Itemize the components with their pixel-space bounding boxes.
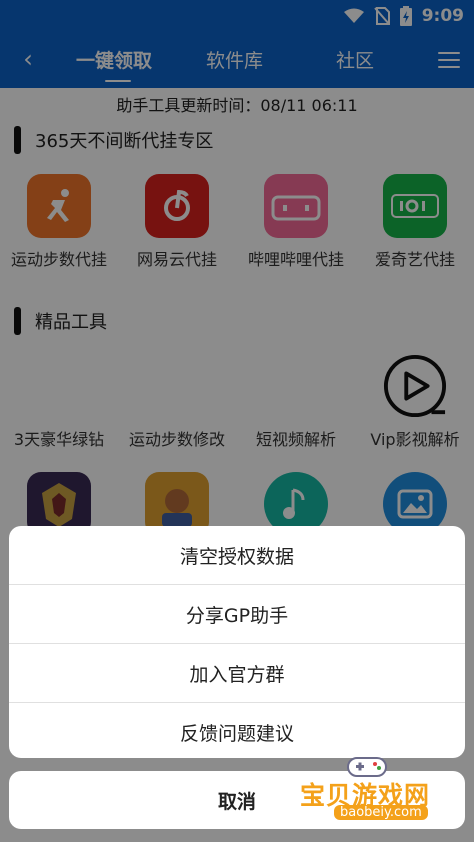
join-official-group-button[interactable]: 加入官方群 <box>9 644 465 703</box>
clear-auth-data-button[interactable]: 清空授权数据 <box>9 526 465 585</box>
action-sheet: 清空授权数据 分享GP助手 加入官方群 反馈问题建议 <box>9 526 465 758</box>
share-gp-assistant-button[interactable]: 分享GP助手 <box>9 585 465 644</box>
feedback-button[interactable]: 反馈问题建议 <box>9 703 465 758</box>
watermark-logo: 宝贝游戏网 baobeiy.com <box>298 752 458 828</box>
watermark-url: baobeiy.com <box>334 805 428 820</box>
